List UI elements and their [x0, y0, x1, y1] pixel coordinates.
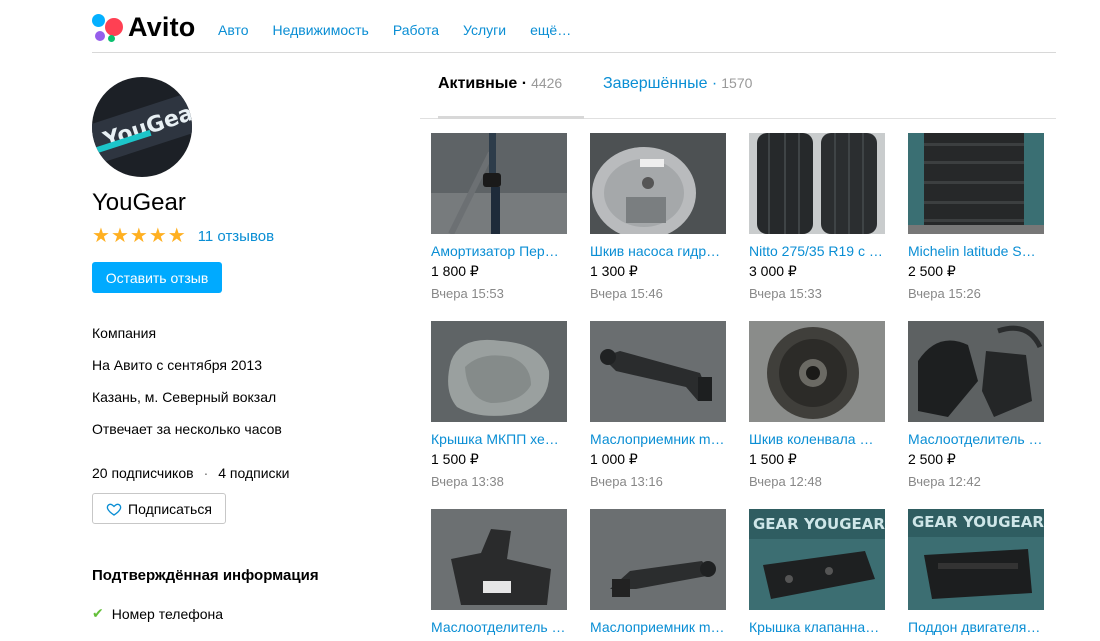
- star-icon: ★: [110, 225, 129, 247]
- logo-text: Avito: [128, 12, 196, 42]
- listing-photo[interactable]: [749, 321, 885, 422]
- tab-completed-label: Завершённые ·: [603, 75, 718, 92]
- listing-title[interactable]: Крышка клапанна…: [749, 619, 885, 635]
- listing-card[interactable]: Nitto 275/35 R19 с … 3 000 ₽ Вчера 15:33: [749, 133, 885, 301]
- listing-price: 1 800 ₽: [431, 263, 479, 279]
- nav-link-services[interactable]: Услуги: [463, 22, 506, 38]
- rating-stars: ★ ★ ★ ★ ★: [92, 226, 186, 246]
- listing-card[interactable]: Амортизатор Пер… 1 800 ₽ Вчера 15:53: [431, 133, 567, 301]
- listing-card[interactable]: Маслоприемник m…: [590, 509, 726, 635]
- listing-photo[interactable]: [590, 509, 726, 610]
- listing-title[interactable]: Крышка МКПП хе…: [431, 431, 567, 447]
- listing-time: Вчера 12:48: [749, 474, 822, 489]
- listing-price: 1 000 ₽: [590, 451, 638, 467]
- verified-item-label: Номер телефона: [111, 605, 224, 622]
- main-nav: Авто Недвижимость Работа Услуги ещё…: [218, 22, 595, 38]
- listing-time: Вчера 12:42: [908, 474, 981, 489]
- verified-item-phone: ✔ Номер телефона: [92, 605, 223, 622]
- site-header: Avito Авто Недвижимость Работа Услуги ещ…: [92, 0, 1056, 53]
- subscribe-button[interactable]: Подписаться: [92, 493, 226, 524]
- listing-price: 2 500 ₽: [908, 263, 956, 279]
- listing-price: 1 300 ₽: [590, 263, 638, 279]
- listing-time: Вчера 13:16: [590, 474, 663, 489]
- listing-card[interactable]: GEAR YOUGEAR Крышка клапанна…: [749, 509, 885, 635]
- thumb-watermark: GEAR YOUGEAR: [912, 513, 1044, 531]
- listing-price: 3 000 ₽: [749, 263, 797, 279]
- member-since: На Авито с сентября 2013: [92, 357, 262, 373]
- profile-name: YouGear: [92, 189, 186, 216]
- listing-card[interactable]: Маслоотделитель … 2 500 ₽ Вчера 12:42: [908, 321, 1044, 489]
- listing-price: 1 500 ₽: [431, 451, 479, 467]
- listing-time: Вчера 15:33: [749, 286, 822, 301]
- listing-photo[interactable]: GEAR YOUGEAR: [749, 509, 885, 610]
- tab-active-count: 4426: [531, 75, 563, 91]
- listing-photo[interactable]: [749, 133, 885, 234]
- subscribers-count[interactable]: 20 подписчиков: [92, 465, 194, 481]
- tab-active[interactable]: Активные · 4426: [438, 75, 562, 93]
- nav-link-realty[interactable]: Недвижимость: [273, 22, 369, 38]
- listing-photo[interactable]: [431, 133, 567, 234]
- nav-link-more[interactable]: ещё…: [530, 22, 571, 38]
- star-icon: ★: [167, 225, 186, 247]
- listing-photo[interactable]: [908, 321, 1044, 422]
- listing-title[interactable]: Маслоотделитель …: [431, 619, 567, 635]
- listing-card[interactable]: GEAR YOUGEAR Поддон двигателя…: [908, 509, 1044, 635]
- check-icon: ✔: [92, 605, 104, 621]
- listing-photo[interactable]: [431, 509, 567, 610]
- seller-type: Компания: [92, 325, 157, 341]
- listing-photo[interactable]: GEAR YOUGEAR: [908, 509, 1044, 610]
- tab-completed-count: 1570: [721, 75, 753, 91]
- listing-title[interactable]: Амортизатор Пер…: [431, 243, 567, 259]
- listing-title[interactable]: Маслоприемник m…: [590, 431, 726, 447]
- listing-title[interactable]: Поддон двигателя…: [908, 619, 1044, 635]
- verified-info-title: Подтверждённая информация: [92, 567, 319, 584]
- listing-card[interactable]: Шкив коленвала … 1 500 ₽ Вчера 12:48: [749, 321, 885, 489]
- thumb-watermark: GEAR YOUGEAR: [753, 515, 885, 533]
- star-icon: ★: [148, 225, 167, 247]
- listing-price: 1 500 ₽: [749, 451, 797, 467]
- listing-card[interactable]: Маслоприемник m… 1 000 ₽ Вчера 13:16: [590, 321, 726, 489]
- listing-photo[interactable]: [431, 321, 567, 422]
- listing-title[interactable]: Michelin latitude S…: [908, 243, 1044, 259]
- star-icon: ★: [92, 225, 110, 247]
- subscriptions-info: 20 подписчиков · 4 подписки: [92, 465, 290, 481]
- heart-icon: [106, 503, 122, 516]
- listing-title[interactable]: Маслоотделитель …: [908, 431, 1044, 447]
- subscribe-label: Подписаться: [128, 500, 212, 517]
- listing-title[interactable]: Маслоприемник m…: [590, 619, 726, 635]
- listing-title[interactable]: Nitto 275/35 R19 с …: [749, 243, 885, 259]
- listing-time: Вчера 13:38: [431, 474, 504, 489]
- separator: ·: [203, 465, 209, 481]
- listing-card[interactable]: Michelin latitude S… 2 500 ₽ Вчера 15:26: [908, 133, 1044, 301]
- listing-card[interactable]: Шкив насоса гидр… 1 300 ₽ Вчера 15:46: [590, 133, 726, 301]
- leave-review-button[interactable]: Оставить отзыв: [92, 262, 222, 293]
- listing-title[interactable]: Шкив насоса гидр…: [590, 243, 726, 259]
- logo-dots-icon: [92, 13, 124, 42]
- listing-photo[interactable]: [590, 133, 726, 234]
- listing-card[interactable]: Маслоотделитель …: [431, 509, 567, 635]
- star-icon: ★: [129, 225, 148, 247]
- reviews-link[interactable]: 11 отзывов: [198, 228, 274, 245]
- tab-completed[interactable]: Завершённые · 1570: [603, 75, 752, 93]
- listing-photo[interactable]: [908, 133, 1044, 234]
- active-tab-indicator: [438, 116, 584, 119]
- listing-time: Вчера 15:46: [590, 286, 663, 301]
- tab-active-label: Активные ·: [438, 75, 528, 92]
- seller-location: Казань, м. Северный вокзал: [92, 389, 277, 405]
- avito-logo[interactable]: Avito: [92, 12, 196, 43]
- listing-time: Вчера 15:26: [908, 286, 981, 301]
- listing-title[interactable]: Шкив коленвала …: [749, 431, 885, 447]
- nav-link-auto[interactable]: Авто: [218, 22, 249, 38]
- listing-time: Вчера 15:53: [431, 286, 504, 301]
- listing-tabs: Активные · 4426 Завершённые · 1570: [420, 53, 1056, 119]
- subscriptions-count[interactable]: 4 подписки: [218, 465, 289, 481]
- nav-link-jobs[interactable]: Работа: [393, 22, 439, 38]
- rating: ★ ★ ★ ★ ★ 11 отзывов: [92, 226, 274, 246]
- listing-price: 2 500 ₽: [908, 451, 956, 467]
- listing-card[interactable]: Крышка МКПП хе… 1 500 ₽ Вчера 13:38: [431, 321, 567, 489]
- avatar: YouGear: [92, 77, 192, 177]
- response-time: Отвечает за несколько часов: [92, 421, 282, 437]
- listing-photo[interactable]: [590, 321, 726, 422]
